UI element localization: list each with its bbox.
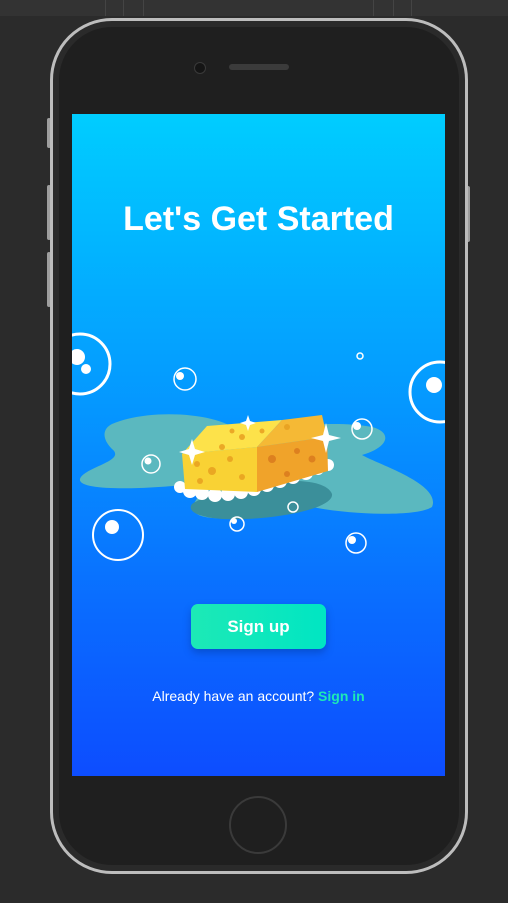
front-camera: [194, 62, 206, 74]
toolbar-divider: [105, 0, 106, 16]
signup-button[interactable]: Sign up: [191, 604, 326, 649]
toolbar-divider: [373, 0, 374, 16]
toolbar-divider: [123, 0, 124, 16]
home-button[interactable]: [229, 796, 287, 854]
top-bar: [0, 0, 508, 16]
page-title: Let's Get Started: [123, 200, 394, 238]
sponge-illustration: [72, 332, 445, 561]
toolbar-divider: [411, 0, 412, 16]
signin-prompt: Already have an account? Sign in: [72, 688, 445, 704]
app-screen: Let's Get Started Sign up Already have a…: [72, 114, 445, 776]
toolbar-divider: [143, 0, 144, 16]
speaker-grille: [229, 64, 289, 70]
signin-link[interactable]: Sign in: [318, 688, 365, 704]
account-prompt-text: Already have an account?: [152, 688, 315, 704]
toolbar-divider: [393, 0, 394, 16]
